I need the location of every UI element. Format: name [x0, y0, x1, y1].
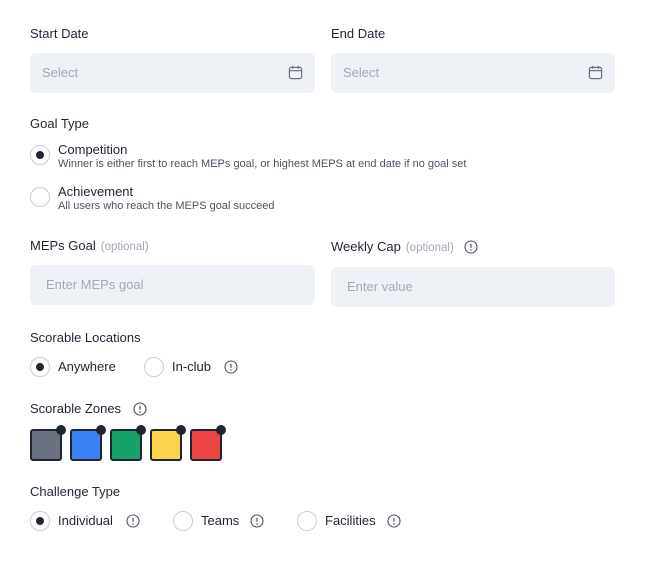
scorable-locations-label: Scorable Locations	[30, 330, 141, 345]
zone-swatch-yellow[interactable]	[150, 425, 186, 461]
selected-dot	[96, 425, 106, 435]
weekly-cap-label-text: Weekly Cap	[331, 239, 401, 254]
challenge-type-label: Challenge Type	[30, 484, 121, 499]
weekly-cap-placeholder: Enter value	[347, 279, 413, 294]
individual-radio[interactable]	[30, 511, 50, 531]
info-icon[interactable]	[387, 514, 401, 528]
calendar-icon[interactable]	[588, 65, 603, 80]
optional-tag: (optional)	[100, 241, 149, 253]
meps-goal-input[interactable]: Enter MEPs goal	[30, 265, 315, 305]
teams-label: Teams	[201, 513, 240, 528]
weekly-cap-input[interactable]: Enter value	[331, 267, 615, 307]
in-club-radio[interactable]	[144, 357, 164, 377]
selected-dot	[136, 425, 146, 435]
selected-dot	[176, 425, 186, 435]
end-date-label: End Date	[331, 26, 386, 41]
achievement-description: All users who reach the MEPS goal succee…	[58, 200, 275, 212]
calendar-icon[interactable]	[288, 65, 303, 80]
optional-tag: (optional)	[405, 242, 454, 254]
achievement-radio[interactable]	[30, 187, 50, 207]
competition-description: Winner is either first to reach MEPs goa…	[58, 158, 467, 170]
zone-swatch-red[interactable]	[190, 425, 226, 461]
scorable-zones-label: Scorable Zones	[30, 401, 122, 416]
facilities-label: Facilities	[325, 513, 376, 528]
goal-type-label: Goal Type	[30, 116, 90, 131]
info-icon[interactable]	[133, 402, 147, 416]
anywhere-radio[interactable]	[30, 357, 50, 377]
competition-radio[interactable]	[30, 145, 50, 165]
zone-swatch-gray[interactable]	[30, 425, 66, 461]
info-icon[interactable]	[250, 514, 264, 528]
anywhere-label: Anywhere	[58, 359, 116, 374]
weekly-cap-label: Weekly Cap (optional)	[331, 239, 454, 254]
start-date-label: Start Date	[30, 26, 89, 41]
info-icon[interactable]	[126, 514, 140, 528]
selected-dot	[56, 425, 66, 435]
facilities-radio[interactable]	[297, 511, 317, 531]
meps-goal-label: MEPs Goal (optional)	[30, 238, 149, 253]
competition-label: Competition	[58, 142, 128, 157]
zone-swatch-blue[interactable]	[70, 425, 106, 461]
meps-goal-label-text: MEPs Goal	[30, 238, 96, 253]
individual-label: Individual	[58, 513, 113, 528]
selected-dot	[216, 425, 226, 435]
achievement-label: Achievement	[58, 184, 134, 199]
info-icon[interactable]	[464, 240, 478, 254]
end-date-picker[interactable]: Select	[331, 53, 615, 93]
teams-radio[interactable]	[173, 511, 193, 531]
meps-goal-placeholder: Enter MEPs goal	[46, 277, 144, 292]
start-date-picker[interactable]: Select	[30, 53, 315, 93]
in-club-label: In-club	[172, 359, 212, 374]
zone-swatch-green[interactable]	[110, 425, 146, 461]
end-date-placeholder: Select	[343, 65, 380, 80]
start-date-placeholder: Select	[42, 65, 79, 80]
info-icon[interactable]	[224, 360, 238, 374]
